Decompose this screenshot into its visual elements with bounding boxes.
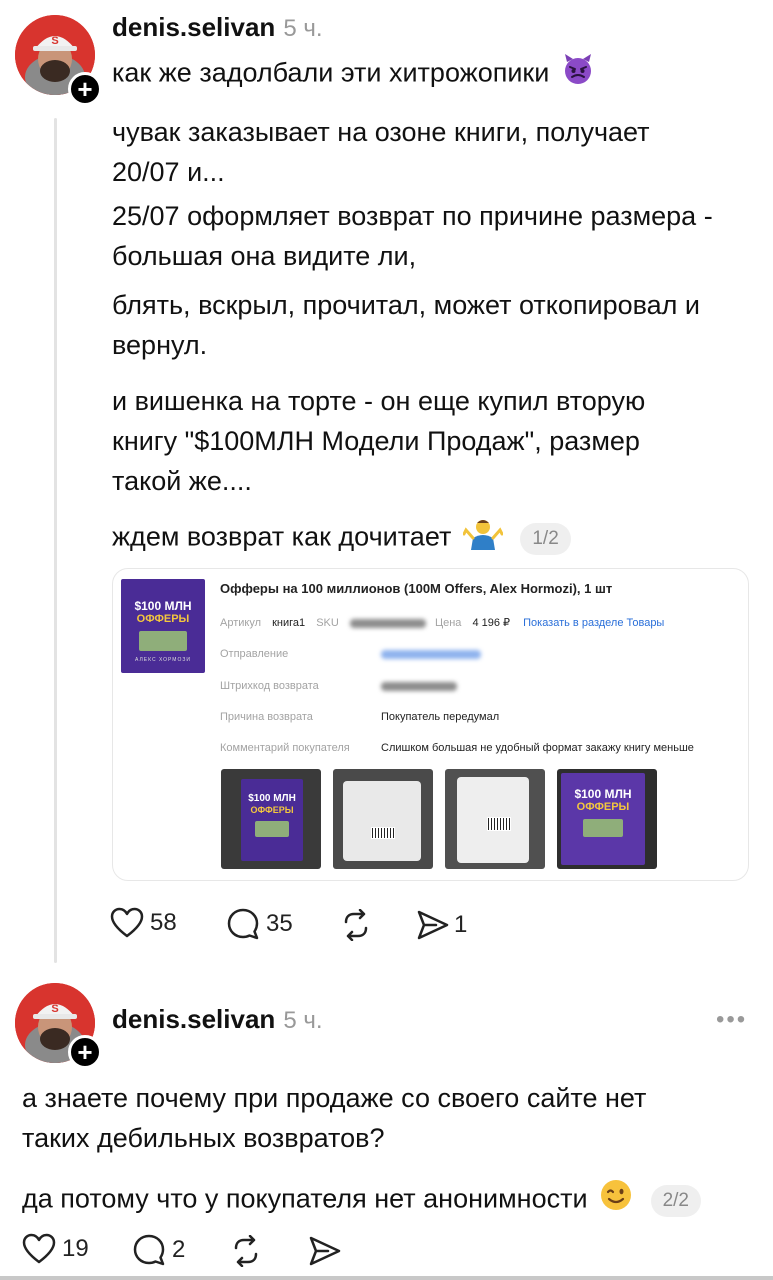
photo-thumbnail[interactable]: [333, 769, 433, 869]
return-reason-value: Покупатель передумал: [381, 711, 500, 723]
comment-count: 2: [172, 1236, 186, 1263]
book-subtitle: ОФФЕРЫ: [136, 613, 190, 625]
share-count: 1: [454, 911, 468, 938]
post-text: ждем возврат как дочитает: [112, 521, 452, 552]
show-in-products-link[interactable]: Показать в разделе Товары: [523, 617, 664, 629]
devil-emoji: [561, 52, 595, 97]
article-label: Артикул: [220, 617, 262, 629]
post-text-line1: как же задолбали эти хитрожопики: [112, 52, 752, 97]
repost-icon: [234, 1235, 258, 1267]
buyer-comment-label: Комментарий покупателя: [220, 742, 350, 754]
article-value: книга1: [272, 617, 306, 629]
comment-count: 35: [266, 910, 293, 937]
photo-thumbnail[interactable]: $100 МЛН ОФФЕРЫ: [221, 769, 321, 869]
follow-plus-icon[interactable]: +: [68, 1035, 102, 1069]
photo-thumbnail[interactable]: $100 МЛН ОФФЕРЫ: [557, 769, 657, 869]
return-barcode-blurred: [381, 679, 457, 693]
bottom-edge: [0, 1276, 773, 1280]
post-paragraph: чувак заказывает на озоне книги, получае…: [112, 117, 650, 187]
book-cover: $100 МЛН ОФФЕРЫ АЛЕКС ХОРМОЗИ: [121, 579, 205, 673]
repost-icon: [344, 909, 368, 941]
photo-thumbnail[interactable]: [445, 769, 545, 869]
post-text: да потому что у покупателя нет анонимнос…: [22, 1183, 588, 1214]
return-barcode-label: Штрихкод возврата: [220, 680, 319, 692]
price-label: Цена: [434, 617, 462, 629]
buyer-comment-value: Слишком большая не удобный формат закажу…: [381, 742, 694, 754]
post-text: как же задолбали эти хитрожопики: [112, 57, 550, 88]
page-indicator: 2/2: [650, 1184, 701, 1217]
post-paragraph: а знаете почему при продаже со своего са…: [22, 1083, 647, 1153]
return-reason-label: Причина возврата: [220, 711, 313, 723]
post-header: denis.selivan 5 ч.: [112, 12, 323, 43]
wink-emoji: [599, 1178, 633, 1223]
share-button[interactable]: 1: [416, 909, 467, 941]
product-title: Офферы на 100 миллионов (100M Offers, Al…: [220, 581, 613, 596]
username[interactable]: denis.selivan: [112, 12, 275, 42]
article-row: Артикул книга1 SKU Цена 4 196 ₽ Показать…: [220, 616, 664, 630]
shrug-emoji: [462, 516, 504, 561]
book-subtitle: ОФФЕРЫ: [250, 805, 294, 815]
share-icon: [417, 910, 449, 940]
comment-icon: [227, 908, 259, 940]
post-paragraph: блять, вскрыл, прочитал, может откопиров…: [112, 290, 701, 360]
svg-text:S: S: [51, 35, 58, 47]
book-title: $100 МЛН: [248, 793, 296, 804]
sku-blurred: [349, 618, 426, 628]
share-icon: [309, 1236, 341, 1266]
attached-image[interactable]: $100 МЛН ОФФЕРЫ АЛЕКС ХОРМОЗИ Офферы на …: [112, 568, 749, 881]
svg-text:S: S: [51, 1003, 58, 1015]
like-count: 58: [150, 909, 177, 936]
shipment-label: Отправление: [220, 648, 289, 660]
username[interactable]: denis.selivan: [112, 1004, 275, 1034]
post-paragraph: 25/07 оформляет возврат по причине разме…: [112, 201, 713, 271]
sku-label: SKU: [316, 617, 339, 629]
post-time: 5 ч.: [283, 1007, 323, 1034]
post-text-last: да потому что у покупателя нет анонимнос…: [22, 1178, 762, 1223]
money-image: [139, 631, 187, 651]
repost-button[interactable]: [230, 1235, 262, 1267]
post-paragraph: и вишенка на торте - он еще купил вторую…: [112, 386, 646, 496]
page-indicator: 1/2: [520, 522, 571, 555]
more-icon[interactable]: •••: [716, 1006, 747, 1034]
follow-plus-icon[interactable]: +: [68, 72, 102, 106]
like-count: 19: [62, 1235, 89, 1262]
thread-line: [54, 118, 57, 963]
book-title: $100 МЛН: [574, 787, 632, 801]
post-text-last: ждем возврат как дочитает 1/2: [112, 516, 752, 561]
heart-icon: [110, 907, 144, 938]
book-subtitle: ОФФЕРЫ: [576, 801, 630, 813]
book-author: АЛЕКС ХОРМОЗИ: [135, 657, 191, 663]
price-value: 4 196 ₽: [472, 617, 511, 629]
like-button[interactable]: 19: [22, 1233, 89, 1265]
comment-button[interactable]: 35: [226, 907, 293, 941]
shipment-value-blurred: [381, 647, 481, 661]
comment-button[interactable]: 2: [132, 1233, 185, 1267]
book-title: $100 МЛН: [134, 599, 192, 613]
share-button[interactable]: [308, 1235, 342, 1267]
post-time: 5 ч.: [283, 15, 323, 42]
repost-button[interactable]: [340, 909, 372, 941]
post-header: denis.selivan 5 ч.: [112, 1004, 323, 1035]
comment-icon: [133, 1234, 165, 1266]
like-button[interactable]: 58: [110, 907, 177, 939]
heart-icon: [22, 1233, 56, 1264]
